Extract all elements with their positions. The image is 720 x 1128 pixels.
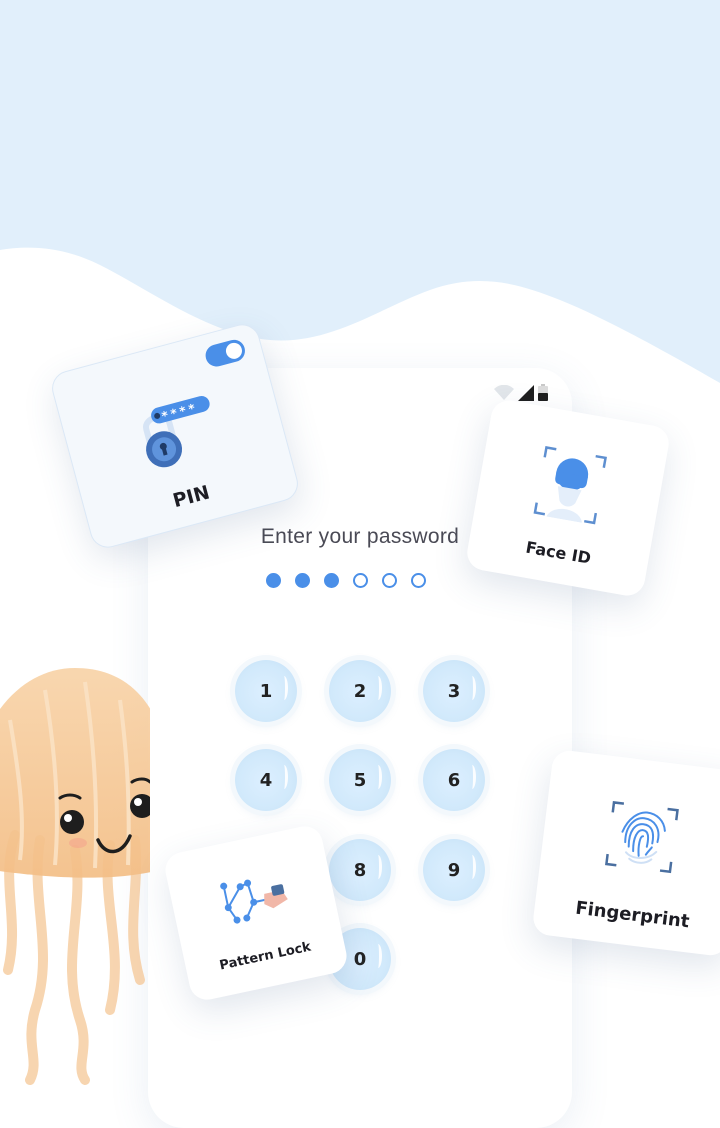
status-bar bbox=[494, 384, 548, 401]
keypad-key-5[interactable]: 5 bbox=[329, 749, 391, 811]
key-digit: 8 bbox=[353, 859, 367, 881]
fingerprint-method-card[interactable]: Fingerprint bbox=[531, 748, 720, 958]
fingerprint-label: Fingerprint bbox=[574, 897, 691, 933]
pattern-lock-label: Pattern Lock bbox=[218, 939, 313, 974]
wifi-icon bbox=[494, 385, 514, 400]
key-digit: 0 bbox=[353, 948, 367, 970]
keypad-key-3[interactable]: 3 bbox=[423, 660, 485, 722]
keypad-key-1[interactable]: 1 bbox=[235, 660, 297, 722]
pin-toggle[interactable] bbox=[203, 337, 248, 369]
fingerprint-icon bbox=[605, 801, 679, 874]
toggle-knob bbox=[224, 341, 244, 361]
key-digit: 6 bbox=[447, 769, 461, 791]
pin-dot bbox=[266, 573, 281, 588]
key-digit: 9 bbox=[447, 859, 461, 881]
key-digit: 2 bbox=[353, 680, 367, 702]
keypad-key-2[interactable]: 2 bbox=[329, 660, 391, 722]
pin-dot bbox=[382, 573, 397, 588]
face-id-label: Face ID bbox=[524, 537, 593, 568]
key-digit: 5 bbox=[353, 769, 367, 791]
face-id-icon bbox=[533, 446, 607, 525]
key-digit: 1 bbox=[259, 680, 273, 702]
keypad-key-4[interactable]: 4 bbox=[235, 749, 297, 811]
face-id-method-card[interactable]: Face ID bbox=[464, 397, 672, 599]
key-digit: 3 bbox=[447, 680, 461, 702]
jellyfish-mascot bbox=[0, 668, 150, 1085]
signal-icon bbox=[518, 385, 534, 401]
key-digit: 4 bbox=[259, 769, 273, 791]
pin-dot bbox=[295, 573, 310, 588]
keypad-key-8[interactable]: 8 bbox=[329, 839, 391, 901]
pattern-lock-icon bbox=[220, 879, 288, 924]
padlock-icon bbox=[143, 396, 210, 468]
pin-dot bbox=[411, 573, 426, 588]
keypad-key-9[interactable]: 9 bbox=[423, 839, 485, 901]
pin-dot bbox=[324, 573, 339, 588]
pin-dot bbox=[353, 573, 368, 588]
battery-icon bbox=[538, 384, 548, 401]
background-wave bbox=[0, 0, 720, 383]
pin-indicator bbox=[266, 573, 426, 588]
keypad-key-6[interactable]: 6 bbox=[423, 749, 485, 811]
